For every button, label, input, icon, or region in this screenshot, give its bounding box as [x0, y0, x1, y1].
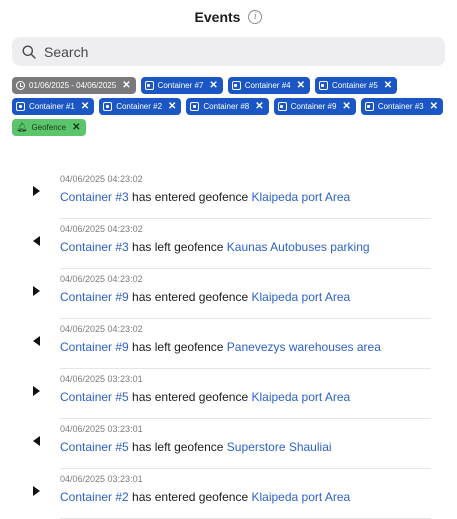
- close-icon[interactable]: ✕: [81, 101, 89, 112]
- search-bar[interactable]: [12, 37, 445, 66]
- event-message: Container #9 has entered geofence Klaipe…: [60, 290, 350, 304]
- geofence-link[interactable]: Kaunas Autobuses parking: [227, 240, 370, 254]
- event-timestamp: 04/06/2025 04:23:02: [60, 274, 143, 284]
- container-link[interactable]: Container #5: [60, 390, 129, 404]
- geofence-chip[interactable]: 🔔︎ Geofence ✕: [12, 119, 86, 136]
- play-icon: [33, 186, 40, 196]
- container-chip-label: Container #8: [203, 102, 250, 111]
- search-input[interactable]: [42, 42, 426, 61]
- container-icon: [318, 81, 328, 90]
- event-timestamp: 04/06/2025 03:23:01: [60, 374, 143, 384]
- date-range-label: 01/06/2025 - 04/06/2025: [29, 81, 117, 90]
- event-item[interactable]: 04/06/2025 04:23:02 Container #3 has ent…: [33, 169, 431, 219]
- container-chip-label: Container #7: [157, 81, 204, 90]
- container-link[interactable]: Container #2: [60, 490, 129, 504]
- geofence-link[interactable]: Klaipeda port Area: [251, 290, 350, 304]
- container-chip[interactable]: Container #2 ✕: [99, 98, 182, 115]
- clock-icon: [16, 81, 25, 90]
- container-icon: [144, 81, 154, 90]
- event-action: has entered geofence: [128, 390, 252, 404]
- geofence-link[interactable]: Klaipeda port Area: [251, 190, 350, 204]
- container-link[interactable]: Container #3: [60, 190, 129, 204]
- event-item[interactable]: 04/06/2025 04:23:02 Container #3 has lef…: [33, 219, 431, 269]
- geofence-link[interactable]: Panevezys warehouses area: [227, 340, 381, 354]
- container-link[interactable]: Container #3: [60, 240, 129, 254]
- container-chip[interactable]: Container #8 ✕: [186, 98, 269, 115]
- close-icon[interactable]: ✕: [209, 80, 217, 91]
- close-icon[interactable]: ✕: [122, 80, 130, 91]
- event-action: has entered geofence: [128, 490, 252, 504]
- back-icon: [33, 436, 40, 446]
- event-action: has entered geofence: [128, 290, 252, 304]
- page-title: Events: [194, 9, 241, 25]
- date-range-chip[interactable]: 01/06/2025 - 04/06/2025 ✕: [12, 77, 136, 94]
- container-icon: [190, 102, 200, 111]
- container-chip[interactable]: Container #1 ✕: [12, 98, 95, 115]
- event-action: has entered geofence: [128, 190, 252, 204]
- container-chip[interactable]: Container #4 ✕: [227, 77, 310, 94]
- container-icon: [277, 102, 287, 111]
- container-icon: [364, 102, 374, 111]
- event-item[interactable]: 04/06/2025 04:23:02 Container #9 has ent…: [33, 269, 431, 319]
- container-chip[interactable]: Container #3 ✕: [360, 98, 444, 115]
- play-icon: [33, 286, 40, 296]
- bell-icon: 🔔︎: [16, 122, 28, 132]
- event-timestamp: 04/06/2025 03:23:01: [60, 474, 143, 484]
- container-link[interactable]: Container #5: [60, 440, 129, 454]
- event-item[interactable]: 04/06/2025 03:23:01 Container #5 has lef…: [33, 419, 431, 469]
- event-list: 04/06/2025 04:23:02 Container #3 has ent…: [0, 169, 457, 519]
- geofence-link[interactable]: Klaipeda port Area: [251, 390, 350, 404]
- event-message: Container #9 has left geofence Panevezys…: [60, 340, 381, 354]
- event-item[interactable]: 04/06/2025 03:23:01 Container #2 has ent…: [33, 469, 431, 519]
- play-icon: [33, 486, 40, 496]
- search-icon: [22, 45, 36, 59]
- event-item[interactable]: 04/06/2025 03:23:01 Container #5 has ent…: [33, 369, 431, 419]
- event-timestamp: 04/06/2025 04:23:02: [60, 174, 143, 184]
- event-timestamp: 04/06/2025 04:23:02: [60, 324, 143, 334]
- header: Events i: [0, 0, 457, 32]
- container-chip[interactable]: Container #5 ✕: [314, 77, 398, 94]
- container-chip-label: Container #2: [116, 102, 163, 111]
- event-action: has left geofence: [128, 340, 227, 354]
- event-message: Container #3 has left geofence Kaunas Au…: [60, 240, 370, 254]
- close-icon[interactable]: ✕: [255, 101, 263, 112]
- close-icon[interactable]: ✕: [342, 101, 350, 112]
- back-icon: [33, 236, 40, 246]
- container-link[interactable]: Container #9: [60, 340, 129, 354]
- event-message: Container #5 has entered geofence Klaipe…: [60, 390, 350, 404]
- geofence-link[interactable]: Klaipeda port Area: [251, 490, 350, 504]
- container-chip[interactable]: Container #9 ✕: [273, 98, 356, 115]
- event-item[interactable]: 04/06/2025 04:23:02 Container #9 has lef…: [33, 319, 431, 369]
- event-message: Container #5 has left geofence Superstor…: [60, 440, 332, 454]
- back-icon: [33, 336, 40, 346]
- container-chip[interactable]: Container #7 ✕: [140, 77, 223, 94]
- container-chip-label: Container #5: [331, 81, 378, 90]
- container-icon: [103, 102, 113, 111]
- event-action: has left geofence: [128, 440, 227, 454]
- event-message: Container #2 has entered geofence Klaipe…: [60, 490, 350, 504]
- close-icon[interactable]: ✕: [297, 80, 305, 91]
- container-chip-label: Container #1: [29, 102, 75, 111]
- geofence-link[interactable]: Superstore Shauliai: [227, 440, 332, 454]
- event-timestamp: 04/06/2025 04:23:02: [60, 224, 143, 234]
- event-message: Container #3 has entered geofence Klaipe…: [60, 190, 350, 204]
- close-icon[interactable]: ✕: [430, 101, 438, 112]
- container-chip-label: Container #4: [244, 81, 291, 90]
- container-icon: [16, 102, 25, 111]
- play-icon: [33, 386, 40, 396]
- close-icon[interactable]: ✕: [168, 101, 176, 112]
- container-chip-label: Container #3: [377, 102, 424, 111]
- container-link[interactable]: Container #9: [60, 290, 129, 304]
- geofence-chip-label: Geofence: [31, 123, 67, 132]
- container-icon: [231, 81, 241, 90]
- close-icon[interactable]: ✕: [72, 122, 80, 133]
- filter-chips: 01/06/2025 - 04/06/2025 ✕ Container #7 ✕…: [12, 77, 452, 136]
- info-icon[interactable]: i: [248, 10, 263, 24]
- event-timestamp: 04/06/2025 03:23:01: [60, 424, 143, 434]
- event-action: has left geofence: [128, 240, 227, 254]
- container-chip-label: Container #9: [290, 102, 337, 111]
- close-icon[interactable]: ✕: [384, 80, 392, 91]
